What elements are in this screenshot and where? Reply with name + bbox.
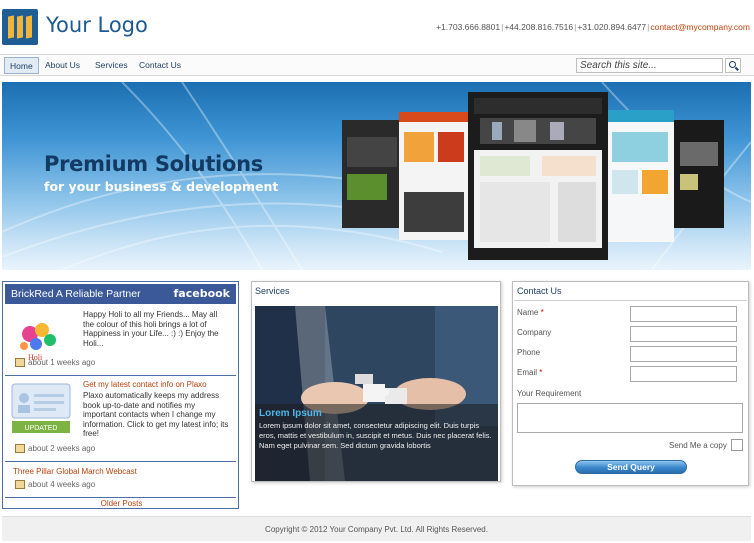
services-heading: Services xyxy=(255,286,290,296)
updated-badge: UPDATED xyxy=(25,425,58,432)
post-title-link[interactable]: Get my latest contact info on Plaxo xyxy=(83,380,207,389)
facebook-feed-title: BrickRed A Reliable Partner xyxy=(11,288,141,300)
requirement-textarea[interactable] xyxy=(517,403,743,433)
plaxo-card-image[interactable]: UPDATED xyxy=(10,382,74,434)
email-link[interactable]: contact@mycompany.com xyxy=(650,22,750,32)
post-time: about 2 weeks ago xyxy=(15,444,95,454)
footer: Copyright © 2012 Your Company Pvt. Ltd. … xyxy=(2,516,751,541)
facebook-post: Holi Happy Holi to all my Friends... May… xyxy=(5,306,236,376)
main-nav: Home About Us Services Contact Us xyxy=(0,54,754,76)
phone-field[interactable] xyxy=(630,346,737,362)
nav-about-us[interactable]: About Us xyxy=(40,57,85,74)
search-input[interactable] xyxy=(576,58,723,73)
services-slide[interactable]: Lorem Ipsum Lorem ipsum dolor sit amet, … xyxy=(255,306,498,481)
email-label: Email * xyxy=(517,368,543,377)
website-screenshot-4 xyxy=(674,120,724,228)
website-screenshot-2 xyxy=(399,112,469,240)
send-copy-label: Send Me a copy xyxy=(669,441,727,450)
post-text: Plaxo automatically keeps my address boo… xyxy=(83,391,229,438)
post-type-icon xyxy=(15,358,25,368)
slide-caption: Lorem Ipsum Lorem ipsum dolor sit amet, … xyxy=(255,404,498,481)
email-field[interactable] xyxy=(630,366,737,382)
facebook-post: Three Pillar Global March Webcast about … xyxy=(5,462,236,498)
header: Your Logo +1.703.666.8801|+44.208.816.75… xyxy=(0,0,754,54)
banner-graphic xyxy=(2,82,751,270)
phone-label: Phone xyxy=(517,348,541,357)
post-title-link[interactable]: Three Pillar Global March Webcast xyxy=(13,467,137,476)
header-contact-info: +1.703.666.8801|+44.208.816.7516|+31.020… xyxy=(436,22,750,32)
holi-image[interactable]: Holi xyxy=(10,312,74,364)
company-field[interactable] xyxy=(630,326,737,342)
slide-caption-text: Lorem ipsum dolor sit amet, consectetur … xyxy=(259,421,492,450)
banner-subtitle: for your business & development xyxy=(44,179,279,194)
facebook-feed-panel: BrickRed A Reliable Partner facebook Hol… xyxy=(2,281,239,509)
send-query-button[interactable]: Send Query xyxy=(575,460,687,474)
nav-services[interactable]: Services xyxy=(90,57,133,74)
facebook-feed-header: BrickRed A Reliable Partner facebook xyxy=(5,284,236,304)
nav-home[interactable]: Home xyxy=(4,57,39,74)
post-time: about 1 weeks ago xyxy=(15,358,95,368)
facebook-logo[interactable]: facebook xyxy=(174,284,231,304)
post-type-icon xyxy=(15,444,25,454)
facebook-post: UPDATED Get my latest contact info on Pl… xyxy=(5,376,236,462)
nav-contact-us[interactable]: Contact Us xyxy=(134,57,186,74)
phone-uk: +44.208.816.7516 xyxy=(504,22,574,32)
name-label: Name * xyxy=(517,308,544,317)
banner-title: Premium Solutions xyxy=(44,152,263,176)
name-field[interactable] xyxy=(630,306,737,322)
older-posts-link[interactable]: Older Posts xyxy=(3,499,240,508)
website-screenshot-main xyxy=(468,92,608,260)
requirement-label: Your Requirement xyxy=(517,389,582,398)
phone-nl: +31.020.894.6477 xyxy=(577,22,647,32)
post-type-icon xyxy=(15,480,25,490)
website-screenshot-3 xyxy=(606,110,674,242)
logo-icon[interactable] xyxy=(2,9,38,45)
company-label: Company xyxy=(517,328,552,337)
contact-form-panel: Contact Us Name * Company Phone Email * … xyxy=(512,281,749,486)
slide-caption-title: Lorem Ipsum xyxy=(259,408,322,419)
post-time: about 4 weeks ago xyxy=(15,480,95,490)
send-copy-checkbox[interactable] xyxy=(731,439,743,451)
website-screenshot-1 xyxy=(342,120,402,228)
post-text: Happy Holi to all my Friends... May all … xyxy=(83,310,219,348)
hero-banner: Premium Solutions for your business & de… xyxy=(2,82,751,270)
logo-text[interactable]: Your Logo xyxy=(46,13,148,37)
copyright-text: Copyright © 2012 Your Company Pvt. Ltd. … xyxy=(265,525,488,534)
search-button[interactable] xyxy=(725,58,741,73)
contact-heading: Contact Us xyxy=(514,282,747,301)
services-panel: Services Lorem Ipsum Lorem ipsum dolor s… xyxy=(251,281,501,482)
phone-us: +1.703.666.8801 xyxy=(436,22,501,32)
